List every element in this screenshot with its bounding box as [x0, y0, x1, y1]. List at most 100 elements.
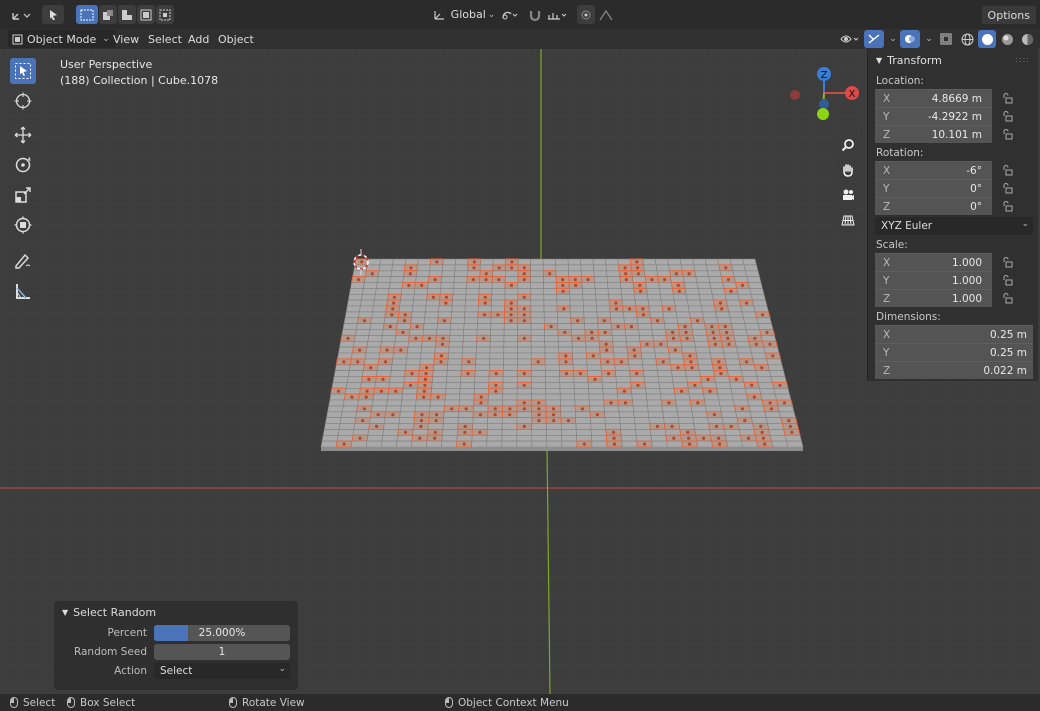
- select-mode-intersect-button[interactable]: [156, 5, 174, 24]
- drag-handle-icon[interactable]: ::::: [1015, 55, 1030, 64]
- projection-toggle-button[interactable]: [835, 207, 861, 233]
- select-mode-new-button[interactable]: [76, 5, 98, 24]
- scale-x-field[interactable]: X 1.000: [875, 253, 992, 271]
- lock-icon[interactable]: [992, 162, 1022, 179]
- plane-tile: [664, 323, 680, 330]
- plane-tile: [724, 358, 741, 366]
- tool-move[interactable]: [10, 122, 36, 148]
- selected-origin-dot: [484, 278, 488, 282]
- plane-tile: [769, 434, 787, 442]
- location-z-field[interactable]: Z 10.101 m: [875, 125, 992, 143]
- lock-icon[interactable]: [992, 272, 1022, 289]
- dimensions-x-field[interactable]: X 0.25 m: [875, 325, 1033, 343]
- select-mode-extend-button[interactable]: [99, 5, 117, 24]
- plane-tile: [767, 423, 785, 430]
- plane-tile: [581, 288, 596, 295]
- overlays-toggle[interactable]: [900, 30, 920, 48]
- gizmo-toggle[interactable]: [864, 30, 884, 48]
- plane-tile: [472, 405, 489, 413]
- transform-panel-header[interactable]: ▼ Transform ::::: [868, 49, 1038, 71]
- plane-tile: [472, 423, 488, 430]
- lock-icon[interactable]: [992, 254, 1022, 271]
- tool-measure[interactable]: [10, 278, 36, 304]
- percent-slider[interactable]: 25.000%: [154, 624, 290, 641]
- rotation-y-field[interactable]: Y 0°: [875, 179, 992, 197]
- selected-origin-dot: [624, 278, 628, 282]
- shading-rendered-button[interactable]: [1018, 30, 1036, 48]
- plane-tile: [752, 299, 768, 307]
- lock-icon[interactable]: [992, 126, 1022, 143]
- tool-annotate[interactable]: [10, 248, 36, 274]
- lock-icon[interactable]: [992, 90, 1022, 107]
- lock-icon[interactable]: [992, 198, 1022, 215]
- menu-view[interactable]: View: [108, 30, 144, 48]
- plane-tile: [326, 411, 343, 418]
- selected-origin-dot: [420, 413, 424, 417]
- select-random-header[interactable]: ▼ Select Random: [54, 601, 298, 623]
- menu-object[interactable]: Object: [213, 30, 259, 48]
- camera-view-button[interactable]: [835, 182, 861, 208]
- selected-origin-dot: [687, 436, 691, 440]
- location-x-field[interactable]: X 4.8669 m: [875, 89, 992, 107]
- gizmo-dropdown[interactable]: ⌄: [886, 30, 898, 48]
- location-y-field[interactable]: Y -4.2922 m: [875, 107, 992, 125]
- shading-material-button[interactable]: [998, 30, 1016, 48]
- select-mode-invert-button[interactable]: [137, 5, 155, 24]
- rotation-z-field[interactable]: Z 0°: [875, 197, 992, 215]
- editor-type-button[interactable]: [8, 5, 34, 24]
- select-tool-header-button[interactable]: [42, 5, 64, 24]
- tool-scale[interactable]: [10, 182, 36, 208]
- scale-z-field[interactable]: Z 1.000: [875, 289, 992, 307]
- menu-add[interactable]: Add: [183, 30, 214, 48]
- object-mode-dropdown[interactable]: Object Mode ⌄: [8, 30, 116, 48]
- action-dropdown[interactable]: Select ⌄: [154, 662, 290, 679]
- plane-tile: [589, 405, 605, 413]
- selected-origin-dot: [350, 395, 354, 399]
- tool-select-box[interactable]: [10, 58, 36, 84]
- zoom-button[interactable]: [835, 132, 861, 158]
- lock-icon[interactable]: [992, 180, 1022, 197]
- scale-y-field[interactable]: Y 1.000: [875, 271, 992, 289]
- proportional-editing-toggle[interactable]: [577, 5, 595, 24]
- tool-rotate[interactable]: [10, 152, 36, 178]
- xray-toggle[interactable]: [936, 30, 956, 48]
- plane-tile: [632, 405, 649, 413]
- overlays-dropdown[interactable]: ⌄: [922, 30, 934, 48]
- plane-tile: [654, 258, 670, 266]
- dimensions-z-field[interactable]: Z 0.022 m: [875, 361, 1033, 379]
- plane-tile: [569, 288, 583, 295]
- plane-tile: [543, 305, 558, 313]
- dimensions-y-field[interactable]: Y 0.25 m: [875, 343, 1033, 361]
- plane-tile: [461, 352, 477, 360]
- plane-tile: [344, 387, 361, 395]
- gizmo-z-negative[interactable]: [819, 99, 829, 109]
- tool-transform[interactable]: [10, 212, 36, 238]
- rotation-x-field[interactable]: X -6°: [875, 161, 992, 179]
- proportional-falloff-dropdown[interactable]: [596, 5, 616, 24]
- shading-solid-button[interactable]: [978, 30, 996, 48]
- rotation-mode-dropdown[interactable]: XYZ Euler ⌄: [875, 217, 1033, 235]
- pivot-point-dropdown[interactable]: [497, 5, 521, 24]
- menu-select[interactable]: Select: [143, 30, 187, 48]
- plane-tile: [413, 294, 428, 301]
- visibility-dropdown[interactable]: [838, 30, 862, 48]
- plane-tile: [733, 335, 750, 342]
- gizmo-x-negative[interactable]: [790, 90, 800, 100]
- shading-wireframe-button[interactable]: [958, 30, 976, 48]
- pan-button[interactable]: [835, 157, 861, 183]
- plane-tile: [569, 294, 584, 301]
- gizmo-y-positive[interactable]: [817, 108, 829, 120]
- select-mode-subtract-button[interactable]: [118, 5, 136, 24]
- dimensions-label: Dimensions:: [876, 311, 941, 323]
- tool-cursor[interactable]: [10, 88, 36, 114]
- lock-icon[interactable]: [992, 108, 1022, 125]
- transform-orientation-dropdown[interactable]: Global ⌄: [424, 5, 504, 24]
- lock-icon[interactable]: [992, 290, 1022, 307]
- random-seed-field[interactable]: 1: [154, 643, 290, 660]
- move-icon: [14, 126, 32, 144]
- plane-tile: [572, 352, 587, 360]
- snap-toggle[interactable]: [526, 5, 544, 24]
- plane-tile: [555, 258, 569, 266]
- snap-target-dropdown[interactable]: [545, 5, 571, 24]
- options-dropdown[interactable]: Options: [981, 6, 1036, 24]
